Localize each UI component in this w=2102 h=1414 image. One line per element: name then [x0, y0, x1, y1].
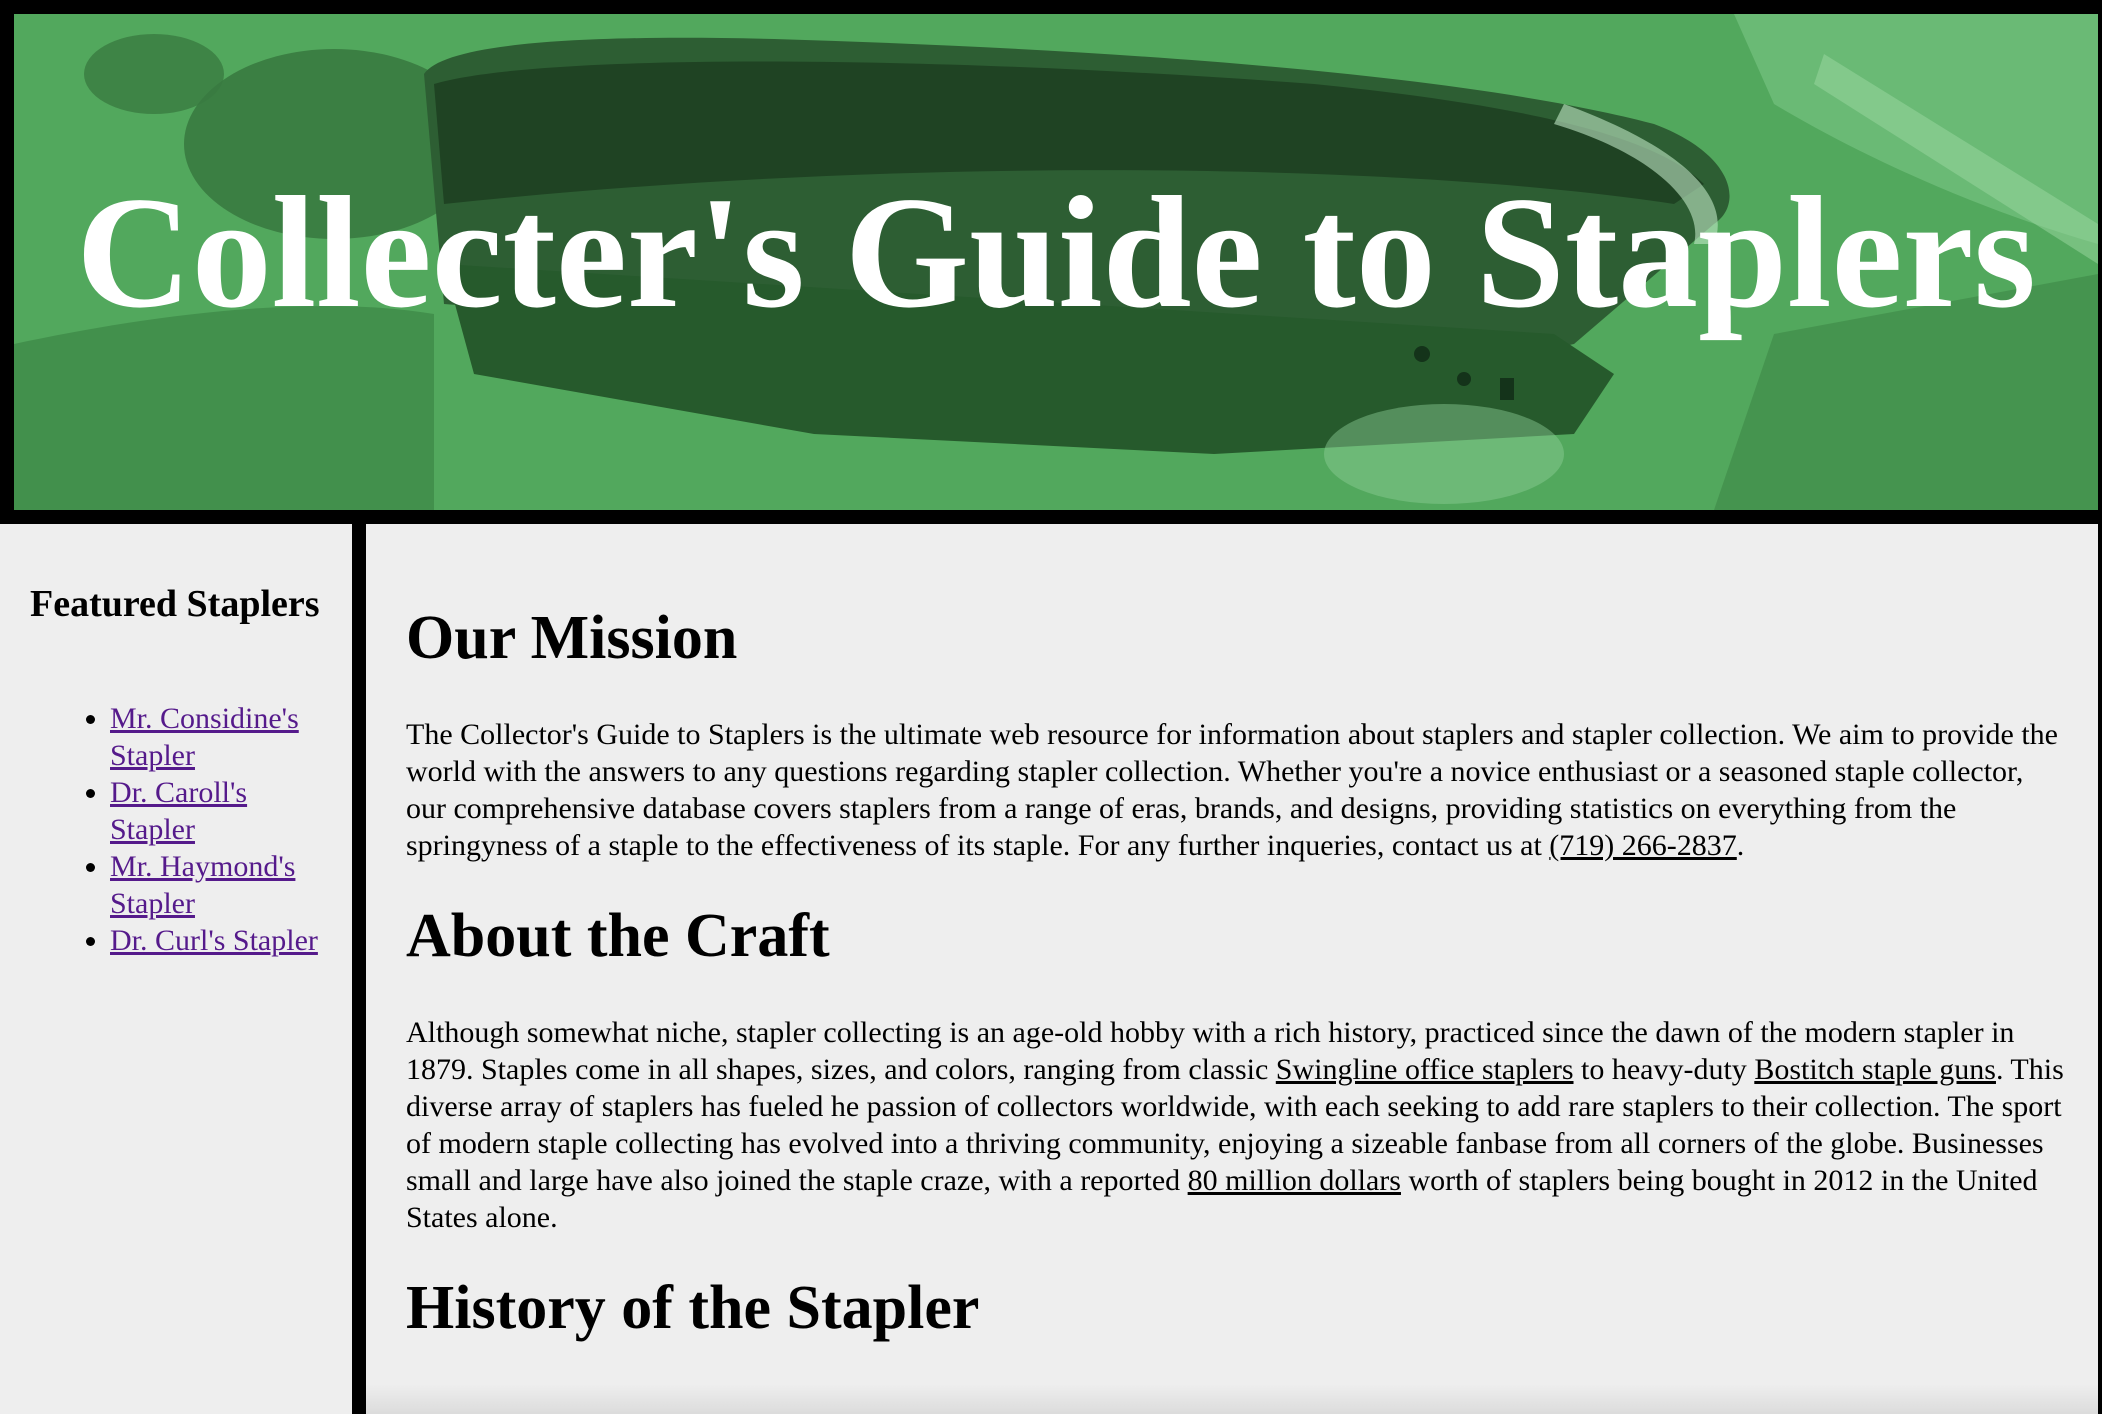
featured-link-haymond[interactable]: Mr. Haymond's Stapler: [110, 850, 295, 920]
mission-paragraph: The Collector's Guide to Staplers is the…: [406, 716, 2066, 864]
list-item: Dr. Curl's Stapler: [86, 922, 330, 959]
featured-link-caroll[interactable]: Dr. Caroll's Stapler: [110, 776, 247, 846]
mission-text: The Collector's Guide to Staplers is the…: [406, 718, 2058, 862]
featured-link-curl[interactable]: Dr. Curl's Stapler: [110, 924, 318, 957]
featured-link-considine[interactable]: Mr. Considine's Stapler: [110, 702, 299, 772]
list-item: Dr. Caroll's Stapler: [86, 774, 330, 848]
sales-figure-link[interactable]: 80 million dollars: [1188, 1164, 1401, 1197]
bostitch-link[interactable]: Bostitch staple guns: [1754, 1053, 1996, 1086]
sidebar: [0, 524, 352, 1414]
history-heading: History of the Stapler: [406, 1274, 980, 1342]
craft-heading: About the Craft: [406, 902, 830, 970]
list-item: Mr. Considine's Stapler: [86, 700, 330, 774]
phone-link[interactable]: (719) 266-2837: [1549, 829, 1736, 862]
craft-text-2: to heavy-duty: [1573, 1053, 1755, 1086]
main-article: Our Mission The Collector's Guide to Sta…: [406, 604, 2066, 1342]
mission-text-end: .: [1736, 829, 1745, 862]
swingline-link[interactable]: Swingline office staplers: [1276, 1053, 1574, 1086]
page: Collecter's Guide to Staplers Featured S…: [0, 0, 2102, 1414]
sidebar-title: Featured Staplers: [30, 583, 320, 625]
craft-paragraph: Although somewhat niche, stapler collect…: [406, 1014, 2066, 1236]
bottom-fade: [366, 1384, 2098, 1414]
main-content[interactable]: Our Mission The Collector's Guide to Sta…: [366, 524, 2098, 1414]
header-banner: Collecter's Guide to Staplers: [14, 14, 2098, 510]
featured-staplers-list: Mr. Considine's Stapler Dr. Caroll's Sta…: [30, 700, 330, 959]
column-divider: [352, 524, 364, 1414]
mission-heading: Our Mission: [406, 604, 738, 672]
site-title: Collecter's Guide to Staplers: [76, 163, 2036, 341]
list-item: Mr. Haymond's Stapler: [86, 848, 330, 922]
